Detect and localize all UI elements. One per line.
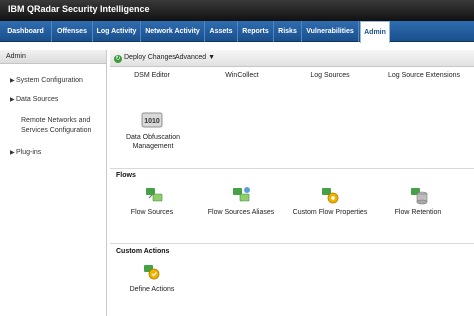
sidebar-item-system-configuration[interactable]: ▶System Configuration: [10, 77, 83, 84]
data-obfuscation-label-1: Data Obfuscation: [125, 134, 181, 141]
obfuscation-icon-text: 1010: [144, 118, 160, 125]
sidebar-item-label: System Configuration: [16, 77, 83, 84]
flow-sources-item[interactable]: Flow Sources: [124, 209, 180, 216]
custom-actions-section-title: Custom Actions: [116, 248, 170, 255]
dsm-editor-item[interactable]: DSM Editor: [124, 72, 180, 79]
advanced-menu-button[interactable]: Advanced ▼: [175, 54, 215, 61]
custom-flow-properties-icon[interactable]: [319, 185, 341, 205]
flow-retention-icon[interactable]: [408, 185, 430, 205]
deploy-icon: ↻: [114, 55, 122, 63]
data-obfuscation-icon[interactable]: 1010: [141, 110, 163, 130]
admin-main-panel: ↻ Deploy Changes Advanced ▼ DSM Editor Wi…: [110, 50, 474, 316]
section-divider: [110, 168, 474, 169]
sidebar-item-label: Plug-ins: [16, 149, 42, 156]
sidebar-item-label: Data Sources: [16, 96, 59, 103]
flow-sources-aliases-icon[interactable]: [230, 185, 252, 205]
log-sources-item[interactable]: Log Sources: [300, 72, 360, 79]
sidebar-item-plug-ins[interactable]: ▶Plug-ins: [10, 149, 41, 156]
admin-toolbar: ↻ Deploy Changes Advanced ▼: [110, 50, 474, 67]
admin-sidebar: Admin ▶System Configuration ▶Data Source…: [0, 50, 107, 316]
define-actions-item[interactable]: Define Actions: [124, 286, 180, 293]
custom-flow-properties-item[interactable]: Custom Flow Properties: [290, 209, 370, 216]
tab-offenses[interactable]: Offenses: [52, 21, 93, 42]
app-title: IBM QRadar Security Intelligence: [8, 4, 150, 14]
deploy-changes-label: Deploy Changes: [124, 54, 176, 61]
data-obfuscation-item[interactable]: Data Obfuscation Management: [118, 134, 188, 150]
tab-network-activity[interactable]: Network Activity: [141, 21, 205, 42]
tab-risks[interactable]: Risks: [274, 21, 302, 42]
tab-dashboard[interactable]: Dashboard: [0, 21, 52, 42]
section-divider: [110, 243, 474, 244]
sidebar-item-remote-networks[interactable]: Remote Networks and Services Configurati…: [21, 116, 103, 136]
define-actions-icon[interactable]: [141, 262, 163, 282]
data-obfuscation-label-2: Management: [132, 143, 174, 150]
log-source-extensions-item[interactable]: Log Source Extensions: [378, 72, 470, 79]
deploy-changes-button[interactable]: ↻ Deploy Changes: [114, 54, 176, 63]
tab-vulnerabilities[interactable]: Vulnerabilities: [302, 21, 359, 42]
sidebar-header: Admin: [0, 50, 106, 64]
main-tab-bar: Dashboard Offenses Log Activity Network …: [0, 21, 474, 43]
sidebar-item-data-sources[interactable]: ▶Data Sources: [10, 96, 58, 103]
tab-reports[interactable]: Reports: [238, 21, 274, 42]
flow-sources-icon[interactable]: [143, 185, 165, 205]
wincollect-item[interactable]: WinCollect: [214, 72, 270, 79]
title-bar: IBM QRadar Security Intelligence: [0, 0, 474, 21]
flow-retention-item[interactable]: Flow Retention: [390, 209, 446, 216]
tab-log-activity[interactable]: Log Activity: [93, 21, 141, 42]
tab-assets[interactable]: Assets: [205, 21, 238, 42]
tab-admin[interactable]: Admin: [360, 21, 390, 43]
flows-section-title: Flows: [116, 172, 136, 179]
flow-sources-aliases-item[interactable]: Flow Sources Aliases: [204, 209, 278, 216]
